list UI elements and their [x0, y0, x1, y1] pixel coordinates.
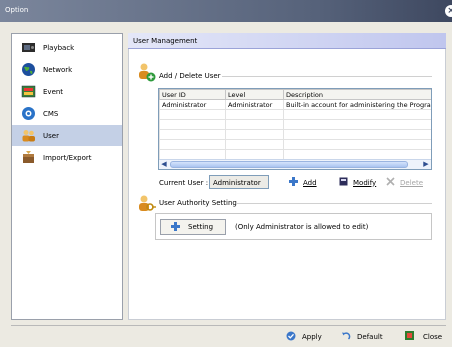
- horizontal-scrollbar[interactable]: ◀ ▶: [159, 159, 431, 169]
- setting-button[interactable]: Setting: [160, 219, 226, 235]
- window-title: Option: [5, 6, 29, 14]
- cell-user-id: Administrator: [159, 99, 226, 110]
- table-row-empty: [159, 149, 431, 160]
- sidebar-item-label: Network: [43, 65, 73, 74]
- cell-description: Built-in account for administering the P…: [283, 99, 431, 110]
- sidebar-item-label: Import/Export: [43, 153, 92, 162]
- globe-icon: [21, 62, 36, 77]
- close-button-label: Close: [423, 332, 443, 341]
- column-header-description[interactable]: Description: [283, 89, 431, 100]
- add-delete-group-title: Add / Delete User: [159, 72, 221, 80]
- sidebar-item-import-export[interactable]: Import/Export: [12, 147, 122, 168]
- add-icon: [289, 177, 298, 188]
- current-user-label: Current User :: [159, 179, 209, 187]
- sidebar-item-label: CMS: [43, 109, 59, 118]
- table-row-empty: [159, 139, 431, 150]
- modify-button[interactable]: Modify: [339, 175, 376, 190]
- scroll-right-icon[interactable]: ▶: [421, 160, 431, 169]
- sidebar: Playback Network Event CMS User Import/E…: [11, 33, 123, 320]
- section-title: User Management: [133, 37, 198, 45]
- apply-icon: [286, 331, 296, 343]
- sidebar-item-playback[interactable]: Playback: [12, 37, 122, 58]
- setting-icon: [171, 221, 180, 233]
- event-icon: [21, 84, 36, 99]
- default-button[interactable]: Default: [341, 328, 383, 345]
- default-button-label: Default: [357, 332, 383, 341]
- authority-note: (Only Administrator is allowed to edit): [235, 223, 369, 231]
- close-icon: [405, 331, 414, 342]
- sidebar-item-network[interactable]: Network: [12, 59, 122, 80]
- section-header: User Management: [128, 33, 446, 49]
- table-row-empty: [159, 129, 431, 140]
- column-header-user-id[interactable]: User ID: [159, 89, 226, 100]
- delete-button[interactable]: Delete: [386, 175, 423, 190]
- modify-button-label: Modify: [353, 178, 377, 187]
- sidebar-item-label: Playback: [43, 43, 75, 52]
- current-user-field: Administrator: [209, 175, 269, 189]
- cms-icon: [21, 106, 36, 121]
- import-export-icon: [21, 150, 36, 165]
- undo-icon: [341, 331, 351, 343]
- apply-button[interactable]: Apply: [286, 328, 322, 345]
- footer-divider: [11, 325, 446, 326]
- table-row[interactable]: Administrator Administrator Built-in acc…: [159, 99, 431, 110]
- add-button-label: Add: [303, 178, 317, 187]
- sidebar-item-user[interactable]: User: [12, 125, 122, 146]
- modify-icon: [339, 177, 348, 188]
- setting-button-label: Setting: [188, 223, 214, 231]
- column-header-level[interactable]: Level: [225, 89, 284, 100]
- delete-button-label: Delete: [400, 178, 423, 187]
- sidebar-item-label: Event: [43, 87, 64, 96]
- authority-group-title: User Authority Setting: [159, 199, 237, 207]
- close-window-icon[interactable]: ×: [445, 5, 452, 17]
- close-button[interactable]: Close: [405, 328, 442, 345]
- users-icon: [21, 128, 36, 143]
- group-divider: [236, 203, 432, 204]
- table-row-empty: [159, 119, 431, 130]
- delete-icon: [386, 177, 395, 188]
- sidebar-item-label: User: [43, 131, 59, 140]
- cell-level: Administrator: [225, 99, 284, 110]
- group-divider: [222, 76, 432, 77]
- scroll-left-icon[interactable]: ◀: [159, 160, 169, 169]
- scrollbar-thumb[interactable]: [170, 161, 408, 168]
- add-user-icon: [136, 62, 156, 84]
- window-titlebar: Option ×: [0, 0, 452, 22]
- sidebar-item-cms[interactable]: CMS: [12, 103, 122, 124]
- apply-button-label: Apply: [302, 332, 322, 341]
- authority-key-icon: [136, 194, 156, 216]
- film-icon: [21, 40, 36, 55]
- add-button[interactable]: Add: [289, 175, 317, 190]
- sidebar-item-event[interactable]: Event: [12, 81, 122, 102]
- table-row-empty: [159, 109, 431, 120]
- user-list-grid[interactable]: User ID Level Description Administrator …: [158, 88, 432, 170]
